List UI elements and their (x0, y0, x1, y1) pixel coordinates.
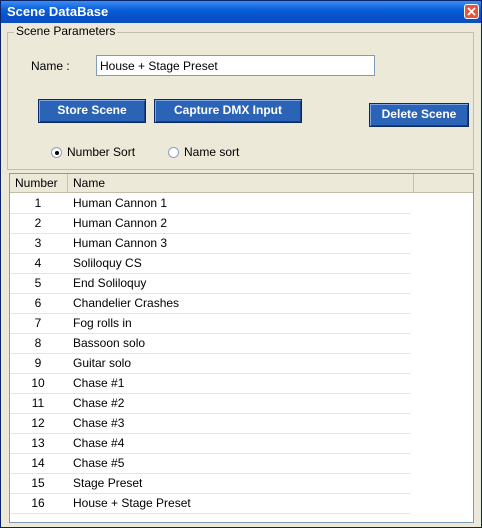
column-header-empty (414, 174, 473, 192)
table-row[interactable]: 12 Chase #3 (10, 414, 410, 434)
scene-name: Chase #1 (73, 376, 125, 390)
scene-number: 3 (34, 236, 42, 250)
scene-name: Guitar solo (73, 356, 132, 370)
table-row[interactable]: 4 Soliloquy CS (10, 254, 410, 274)
scene-name: Fog rolls in (73, 316, 132, 330)
scene-number: 13 (31, 436, 45, 450)
scene-name: Chase #2 (73, 396, 125, 410)
table-row[interactable]: 10 Chase #1 (10, 374, 410, 394)
scene-number: 4 (34, 256, 42, 270)
scene-name-input[interactable] (96, 55, 375, 76)
table-row[interactable]: 16 House + Stage Preset (10, 494, 410, 514)
scene-name: Human Cannon 2 (73, 216, 168, 230)
store-scene-button[interactable]: Store Scene (38, 99, 146, 123)
scene-name: Chase #4 (73, 436, 125, 450)
table-row[interactable]: 13 Chase #4 (10, 434, 410, 454)
scene-number: 9 (34, 356, 42, 370)
scene-name: Chase #3 (73, 416, 125, 430)
scene-number: 12 (31, 416, 45, 430)
close-button[interactable] (464, 4, 479, 19)
table-row[interactable]: 2 Human Cannon 2 (10, 214, 410, 234)
number-sort-radio[interactable] (51, 147, 62, 158)
table-row[interactable]: 1 Human Cannon 1 (10, 194, 410, 214)
table-row[interactable]: 6 Chandelier Crashes (10, 294, 410, 314)
scene-name: Human Cannon 3 (73, 236, 168, 250)
name-sort-option[interactable]: Name sort (168, 145, 239, 159)
close-icon (467, 7, 476, 16)
table-row[interactable]: 8 Bassoon solo (10, 334, 410, 354)
scene-name: Soliloquy CS (73, 256, 142, 270)
scene-database-window: Scene DataBase Scene Parameters Name : S… (0, 0, 482, 528)
radio-selected-dot (55, 151, 59, 155)
table-row[interactable]: 5 End Soliloquy (10, 274, 410, 294)
list-header: Number Name (10, 174, 473, 193)
scene-name: Chase #5 (73, 456, 125, 470)
table-row[interactable]: 9 Guitar solo (10, 354, 410, 374)
scene-number: 2 (34, 216, 42, 230)
name-label: Name : (31, 59, 70, 73)
table-row[interactable]: 3 Human Cannon 3 (10, 234, 410, 254)
scene-name: Stage Preset (73, 476, 143, 490)
column-header-number[interactable]: Number (10, 174, 68, 192)
scene-list[interactable]: Number Name 1 Human Cannon 1 2 Human Cannon… (9, 173, 474, 523)
scene-number: 6 (34, 296, 42, 310)
scene-number: 10 (31, 376, 45, 390)
scene-number: 7 (34, 316, 42, 330)
table-row[interactable]: 11 Chase #2 (10, 394, 410, 414)
name-sort-radio[interactable] (168, 147, 179, 158)
name-sort-label: Name sort (184, 145, 240, 159)
number-sort-option[interactable]: Number Sort (51, 145, 135, 159)
scene-name: Bassoon solo (73, 336, 146, 350)
scene-name: End Soliloquy (73, 276, 147, 290)
scene-name: Human Cannon 1 (73, 196, 168, 210)
table-row[interactable]: 7 Fog rolls in (10, 314, 410, 334)
table-row[interactable]: 15 Stage Preset (10, 474, 410, 494)
table-row[interactable]: 14 Chase #5 (10, 454, 410, 474)
scene-name: Chandelier Crashes (73, 296, 180, 310)
capture-dmx-input-button[interactable]: Capture DMX Input (154, 99, 302, 123)
title-bar[interactable]: Scene DataBase (1, 1, 481, 23)
scene-parameters-legend: Scene Parameters (14, 24, 118, 38)
scene-name: House + Stage Preset (73, 496, 191, 510)
column-header-name[interactable]: Name (68, 174, 414, 192)
scene-number: 8 (34, 336, 42, 350)
scene-number: 11 (31, 396, 45, 410)
scene-number: 5 (34, 276, 42, 290)
scene-number: 16 (31, 496, 45, 510)
scene-number: 1 (34, 196, 42, 210)
number-sort-label: Number Sort (67, 145, 136, 159)
scene-number: 14 (31, 456, 45, 470)
window-title: Scene DataBase (7, 4, 109, 19)
delete-scene-button[interactable]: Delete Scene (369, 103, 469, 127)
scene-number: 15 (31, 476, 45, 490)
